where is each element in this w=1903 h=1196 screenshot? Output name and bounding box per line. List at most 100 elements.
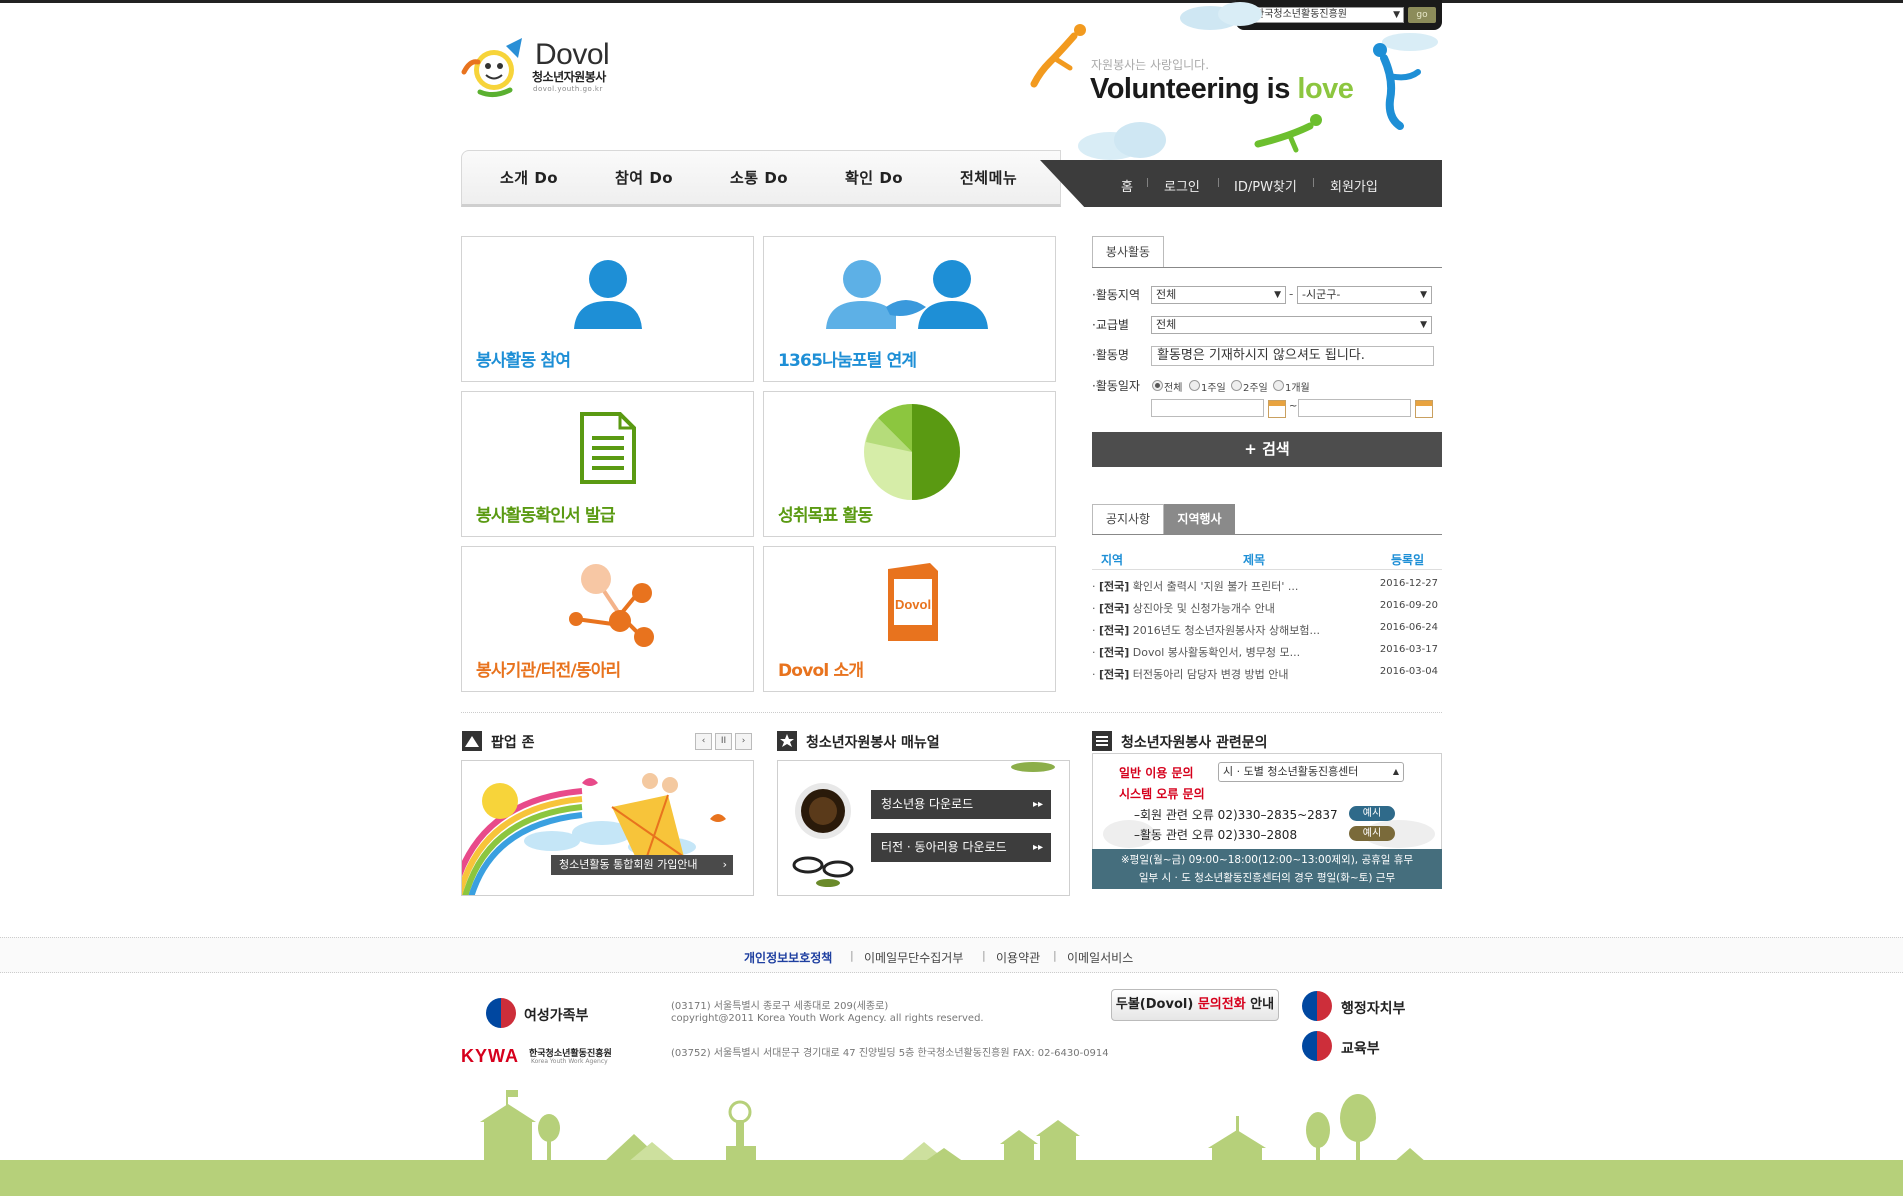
phone-info-suffix: 안내 — [1245, 997, 1275, 1012]
popup-illustration — [462, 773, 726, 895]
tile-1365-portal[interactable]: 1365나눔포털 연계 — [763, 236, 1056, 382]
district-select[interactable]: -시군구- ▼ — [1297, 286, 1432, 304]
footer-link-privacy[interactable]: 개인정보보호정책 — [744, 949, 832, 966]
ministry-interior[interactable]: 행정자치부 — [1341, 998, 1405, 1018]
tile-organization-club[interactable]: 봉사기관/터전/동아리 — [461, 546, 754, 692]
util-login[interactable]: 로그인 — [1164, 176, 1200, 195]
popup-next-button[interactable]: › — [735, 733, 752, 750]
activity-example-button[interactable]: 예시 — [1349, 826, 1395, 841]
row-date: 2016-12-27 — [1379, 578, 1438, 589]
nav-item-intro[interactable]: 소개 Do — [500, 167, 558, 188]
inquiry-hours-line1: ※평일(월~금) 09:00~18:00(12:00~13:00제외), 공휴일… — [1120, 854, 1414, 866]
dovol-logo-icon[interactable] — [460, 32, 530, 98]
government-emblem-icon — [486, 998, 516, 1028]
grade-select[interactable]: 전체 ▼ — [1151, 316, 1432, 334]
popup-pause-button[interactable]: II — [715, 733, 732, 750]
ministry-gender-equality[interactable]: 여성가족부 — [524, 1005, 588, 1025]
row-title[interactable]: 상진아웃 및 신청가능개수 안내 — [1133, 602, 1275, 615]
footer-link-terms[interactable]: 이용약관 — [996, 949, 1040, 966]
notice-row[interactable]: · [전국] 터전동아리 담당자 변경 방법 안내 2016-03-04 — [1092, 666, 1442, 682]
util-separator: | — [1217, 178, 1221, 188]
top-border — [0, 0, 1903, 3]
phone-info-button[interactable]: 두볼(Dovol) 문의전화 안내 — [1111, 989, 1279, 1021]
nav-item-all-menu[interactable]: 전체메뉴 — [960, 167, 1017, 188]
notice-row[interactable]: · [전국] 확인서 출력시 '지원 불가 프린터' ... 2016-12-27 — [1092, 578, 1442, 594]
phone-info-prefix: 두볼(Dovol) — [1115, 997, 1198, 1012]
tile-volunteer-participate[interactable]: 봉사활동 참여 — [461, 236, 754, 382]
go-button[interactable]: go — [1408, 7, 1436, 23]
tile-certificate-issue[interactable]: 봉사활동확인서 발급 — [461, 391, 754, 537]
member-example-button[interactable]: 예시 — [1349, 806, 1395, 821]
membership-guide-button[interactable]: 청소년활동 통합회원 가입안내 › — [551, 855, 733, 875]
util-find-id-pw[interactable]: ID/PW찾기 — [1234, 176, 1297, 195]
row-date: 2016-09-20 — [1379, 600, 1438, 611]
tile-label: 봉사기관/터전/동아리 — [476, 661, 621, 681]
chevron-up-icon: ▲ — [1392, 767, 1399, 776]
mountain-icon — [462, 731, 482, 751]
footer-separator: | — [982, 949, 986, 962]
region-select[interactable]: 전체 ▼ — [1151, 286, 1286, 304]
row-title[interactable]: 확인서 출력시 '지원 불가 프린터' ... — [1133, 580, 1299, 593]
tab-regional-events[interactable]: 지역행사 — [1164, 504, 1235, 534]
nav-item-confirm[interactable]: 확인 Do — [845, 167, 903, 188]
row-title[interactable]: Dovol 봉사활동확인서, 병무청 모... — [1133, 646, 1300, 659]
radio-1month-label: 1개월 — [1285, 383, 1310, 394]
start-date-input[interactable] — [1151, 399, 1264, 417]
notice-row[interactable]: · [전국] Dovol 봉사활동확인서, 병무청 모... 2016-03-17 — [1092, 644, 1442, 660]
tile-label: 1365나눔포털 연계 — [778, 351, 917, 371]
club-download-button[interactable]: 터전 · 동아리용 다운로드 ▸▸ — [871, 833, 1051, 862]
col-header-date: 등록일 — [1391, 553, 1425, 567]
row-title[interactable]: 터전동아리 담당자 변경 방법 안내 — [1133, 668, 1289, 681]
star-icon — [777, 731, 797, 751]
logo-subtitle: 청소년자원봉사 — [532, 70, 606, 84]
government-emblem-icon — [1302, 1031, 1332, 1061]
footer-link-email-refuse[interactable]: 이메일무단수집거부 — [864, 949, 963, 966]
popup-prev-button[interactable]: ‹ — [695, 733, 712, 750]
ministry-education[interactable]: 교육부 — [1341, 1038, 1380, 1058]
radio-1week-label: 1주일 — [1201, 383, 1226, 394]
col-header-region: 지역 — [1101, 553, 1124, 567]
youth-download-label: 청소년용 다운로드 — [881, 797, 974, 811]
kywa-english-name: Korea Youth Work Agency — [531, 1058, 608, 1065]
footer-link-email-service[interactable]: 이메일서비스 — [1067, 949, 1133, 966]
calendar-icon[interactable] — [1415, 400, 1433, 418]
calendar-icon[interactable] — [1268, 400, 1286, 418]
activity-name-input[interactable]: 활동명은 기재하시지 않으셔도 됩니다. — [1151, 346, 1434, 366]
end-date-input[interactable] — [1298, 399, 1411, 417]
util-home[interactable]: 홈 — [1121, 176, 1133, 195]
grade-select-value: 전체 — [1156, 318, 1177, 331]
radio-2week[interactable] — [1231, 380, 1242, 391]
row-title[interactable]: 2016년도 청소년자원봉사자 상해보험... — [1133, 624, 1320, 637]
tab-volunteer-activity[interactable]: 봉사활동 — [1092, 236, 1164, 268]
nav-item-participate[interactable]: 참여 Do — [615, 167, 673, 188]
grade-label: ·교급별 — [1092, 318, 1129, 332]
util-signup[interactable]: 회원가입 — [1330, 176, 1378, 195]
radio-1month[interactable] — [1273, 380, 1284, 391]
inquiry-title: 청소년자원봉사 관련문의 — [1121, 735, 1268, 751]
radio-all[interactable] — [1152, 380, 1163, 391]
youth-download-button[interactable]: 청소년용 다운로드 ▸▸ — [871, 790, 1051, 819]
orange-figure-icon — [1030, 24, 1086, 88]
chevron-down-icon: ▼ — [1274, 290, 1281, 300]
notice-row[interactable]: · [전국] 2016년도 청소년자원봉사자 상해보험... 2016-06-24 — [1092, 622, 1442, 638]
tile-achievement-goal[interactable]: 성취목표 활동 — [763, 391, 1056, 537]
tab-notice[interactable]: 공지사항 — [1092, 504, 1164, 534]
notice-row[interactable]: · [전국] 상진아웃 및 신청가능개수 안내 2016-09-20 — [1092, 600, 1442, 616]
center-select[interactable]: 시 · 도별 청소년활동진흥센터 ▲ — [1218, 762, 1404, 782]
logo-title[interactable]: Dovol — [535, 38, 610, 72]
radio-all-label: 전체 — [1164, 383, 1183, 394]
nav-item-communicate[interactable]: 소통 Do — [730, 167, 788, 188]
membership-guide-label: 청소년활동 통합회원 가입안내 — [559, 858, 698, 871]
cloud-decoration — [1078, 122, 1166, 160]
popup-banner[interactable]: 청소년활동 통합회원 가입안내 › — [461, 760, 754, 896]
radio-1week[interactable] — [1189, 380, 1200, 391]
inquiry-hours-line2: 일부 시 · 도 청소년활동진흥센터의 경우 평일(화~토) 근무 — [1138, 872, 1396, 884]
person-icon — [574, 260, 642, 329]
tile-dovol-intro[interactable]: Dovol Dovol 소개 — [763, 546, 1056, 692]
document-icon — [580, 412, 636, 484]
list-icon — [1092, 731, 1112, 751]
manual-box: 청소년용 다운로드 ▸▸ 터전 · 동아리용 다운로드 ▸▸ — [777, 760, 1070, 896]
kywa-logo[interactable]: KYWA — [461, 1046, 519, 1067]
leaf-decoration — [1011, 762, 1055, 772]
search-button[interactable]: + 검색 — [1092, 432, 1442, 467]
